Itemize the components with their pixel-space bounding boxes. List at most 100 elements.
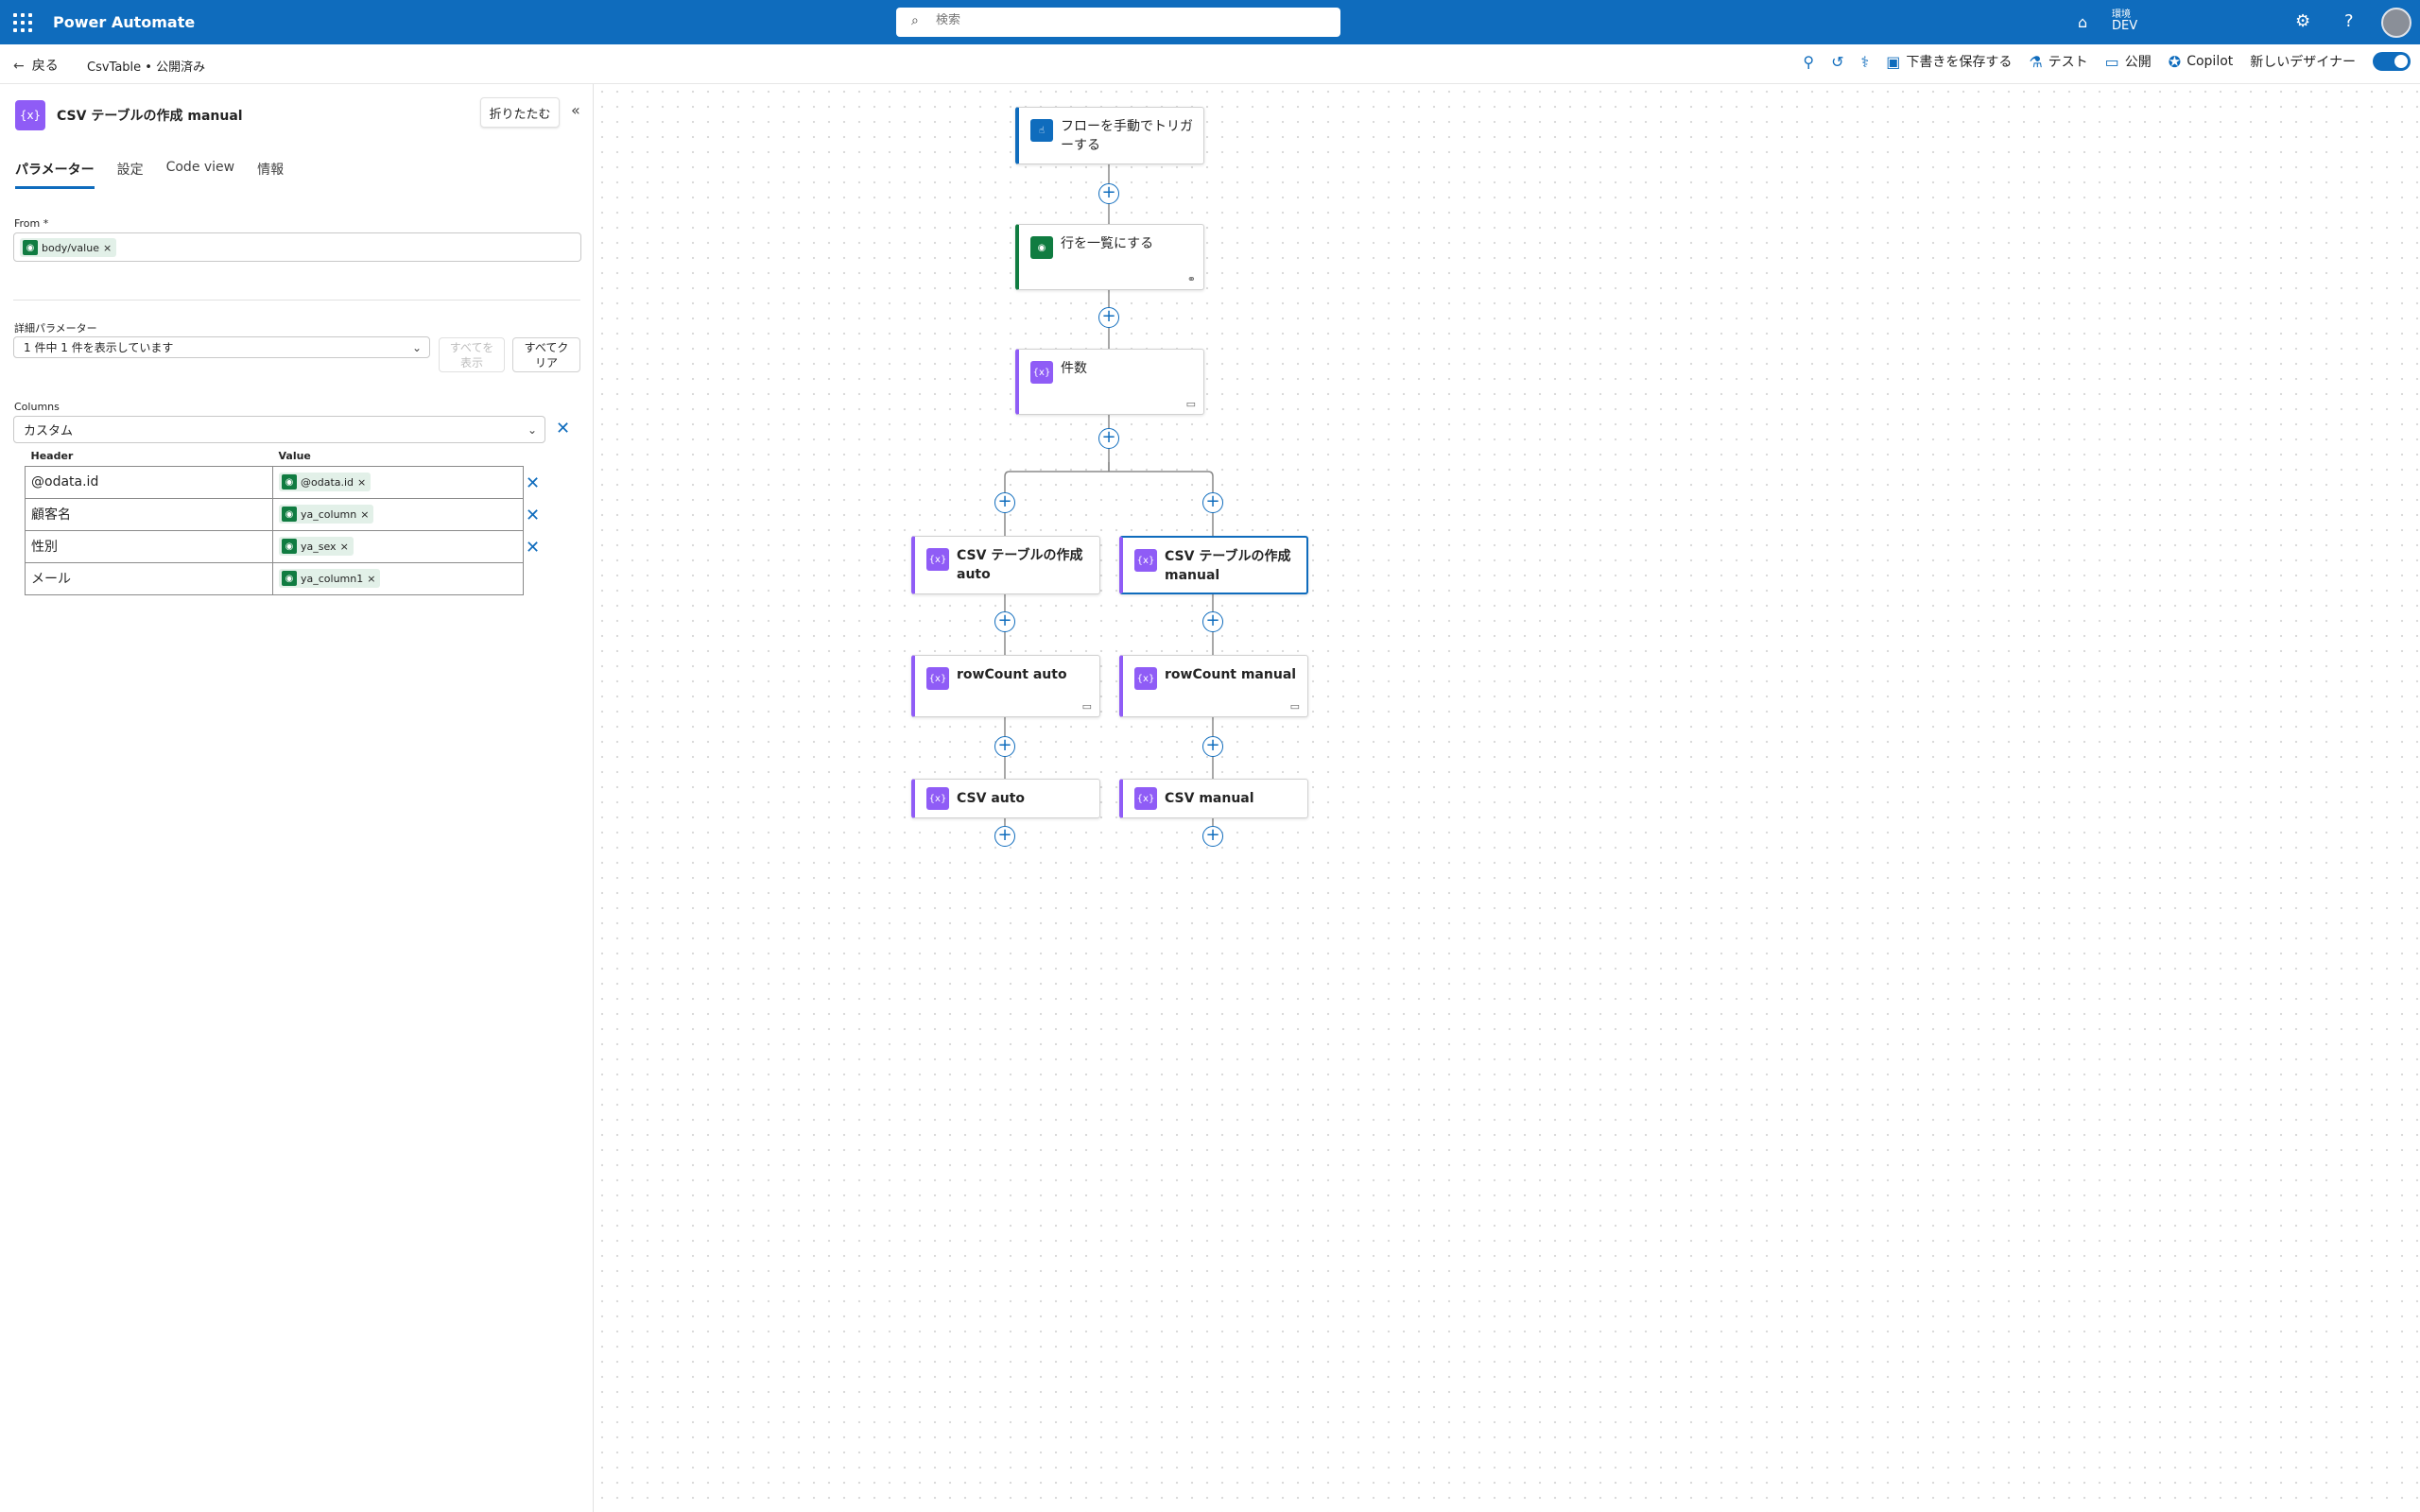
node-label: rowCount auto xyxy=(957,667,1067,682)
search-icon: ⌕ xyxy=(911,13,919,28)
node-csv-manual[interactable]: {x} CSV テーブルの作成 manual xyxy=(1119,536,1308,594)
new-designer-toggle[interactable] xyxy=(2373,52,2411,71)
variable-icon: {x} xyxy=(926,667,949,690)
flow-checker-button[interactable]: ⚲ xyxy=(1803,53,1814,71)
header-cell[interactable]: 顧客名 xyxy=(25,497,273,531)
excel-icon: ◉ xyxy=(23,240,38,255)
remove-token-icon[interactable]: × xyxy=(340,541,349,553)
value-token[interactable]: ◉ ya_sex × xyxy=(279,537,354,556)
remove-token-icon[interactable]: × xyxy=(360,508,369,521)
tab-info[interactable]: 情報 xyxy=(257,160,284,189)
avatar[interactable] xyxy=(2381,8,2411,38)
publish-label: 公開 xyxy=(2124,55,2152,70)
remove-token-icon[interactable]: × xyxy=(367,573,375,585)
version-history-button[interactable]: ↺ xyxy=(1831,53,1843,71)
copilot-button[interactable]: ✪ Copilot xyxy=(2169,53,2233,71)
header-cell[interactable]: メール xyxy=(25,561,273,595)
value-token[interactable]: ◉ @odata.id × xyxy=(279,472,372,491)
advanced-parameters-dropdown[interactable]: 1 件中 1 件を表示しています ⌄ xyxy=(13,336,430,358)
value-token[interactable]: ◉ ya_column × xyxy=(279,505,374,524)
add-step-button[interactable]: + xyxy=(994,492,1015,513)
value-cell[interactable]: ◉ @odata.id × xyxy=(272,465,524,499)
panel-tabs: パラメーター 設定 Code view 情報 xyxy=(15,160,284,189)
columns-dropdown[interactable]: カスタム ⌄ xyxy=(13,416,545,443)
command-actions: ⚲ ↺ ⚕ ▣ 下書きを保存する ⚗ テスト ▭ 公開 ✪ Copilot 新しいデザイ… xyxy=(1803,52,2411,71)
search-box[interactable]: ⌕ xyxy=(896,8,1340,37)
value-cell[interactable]: ◉ ya_sex × xyxy=(272,529,524,563)
header-cell[interactable]: 性別 xyxy=(25,529,273,563)
add-step-button[interactable]: + xyxy=(1098,307,1119,328)
add-step-button[interactable]: + xyxy=(994,736,1015,757)
save-draft-button[interactable]: ▣ 下書きを保存する xyxy=(1886,52,2012,71)
node-csv-output-auto[interactable]: {x} CSV auto xyxy=(911,779,1100,818)
from-label: From * xyxy=(14,217,49,230)
node-list-rows[interactable]: ◉ 行を一覧にする ⚭ xyxy=(1015,224,1204,290)
remove-token-icon[interactable]: × xyxy=(103,242,112,254)
environment-icon[interactable]: ⌂ xyxy=(2078,13,2087,31)
flow-canvas[interactable]: ☝ フローを手動でトリガーする + ◉ 行を一覧にする ⚭ + {x} 件数 ▭… xyxy=(595,84,2420,1512)
back-button[interactable]: ← 戻る xyxy=(13,56,59,75)
back-label: 戻る xyxy=(31,59,59,74)
value-token[interactable]: ◉ ya_column1 × xyxy=(279,569,381,588)
save-icon: ▣ xyxy=(1886,52,1901,71)
show-all-button[interactable]: すべてを表示 xyxy=(439,337,505,372)
remove-token-icon[interactable]: × xyxy=(357,476,366,489)
value-token-label: @odata.id xyxy=(301,475,354,489)
variable-icon: {x} xyxy=(1030,361,1053,384)
node-rowcount-manual[interactable]: {x} rowCount manual ▭ xyxy=(1119,655,1308,717)
test-button[interactable]: ⚗ テスト xyxy=(2029,52,2087,71)
comment-icon: ▭ xyxy=(1185,398,1196,410)
tab-settings[interactable]: 設定 xyxy=(117,160,144,189)
node-label: CSV テーブルの作成 manual xyxy=(1165,549,1291,583)
back-arrow-icon: ← xyxy=(13,59,25,74)
divider xyxy=(13,300,580,301)
add-step-button[interactable]: + xyxy=(1098,183,1119,204)
tab-parameters[interactable]: パラメーター xyxy=(15,160,95,189)
table-row: メール ◉ ya_column1 × xyxy=(25,561,524,595)
node-rowcount-auto[interactable]: {x} rowCount auto ▭ xyxy=(911,655,1100,717)
node-count[interactable]: {x} 件数 ▭ xyxy=(1015,349,1204,415)
environment-value[interactable]: DEV xyxy=(2112,19,2137,33)
remove-row-icon[interactable]: ✕ xyxy=(526,473,540,493)
add-step-button[interactable]: + xyxy=(994,611,1015,632)
settings-icon[interactable]: ⚙ xyxy=(2295,11,2310,31)
remove-row-icon[interactable]: ✕ xyxy=(526,506,540,525)
columns-table: Header Value @odata.id ◉ @odata.id × 顧客名 ◉… xyxy=(25,447,524,595)
remove-columns-icon[interactable]: ✕ xyxy=(556,419,570,438)
from-token[interactable]: ◉ body/value × xyxy=(20,238,117,257)
add-step-button[interactable]: + xyxy=(1202,611,1223,632)
app-title[interactable]: Power Automate xyxy=(53,13,195,31)
help-icon[interactable]: ? xyxy=(2344,11,2354,31)
from-field[interactable]: ◉ body/value × xyxy=(13,232,581,262)
app-launcher-icon[interactable] xyxy=(13,13,32,32)
value-cell[interactable]: ◉ ya_column1 × xyxy=(272,561,524,595)
advanced-parameters-value: 1 件中 1 件を表示しています xyxy=(24,341,174,354)
node-csv-output-manual[interactable]: {x} CSV manual xyxy=(1119,779,1308,818)
node-label: 行を一覧にする xyxy=(1061,236,1154,251)
node-trigger[interactable]: ☝ フローを手動でトリガーする xyxy=(1015,107,1204,164)
search-input[interactable] xyxy=(936,13,1295,27)
publish-button[interactable]: ▭ 公開 xyxy=(2105,52,2152,71)
value-cell[interactable]: ◉ ya_column × xyxy=(272,497,524,531)
manual-trigger-icon: ☝ xyxy=(1030,119,1053,142)
health-check-button[interactable]: ⚕ xyxy=(1861,53,1870,71)
history-icon: ↺ xyxy=(1831,52,1844,71)
double-chevron-left-icon[interactable]: « xyxy=(571,101,580,119)
add-step-button[interactable]: + xyxy=(1098,428,1119,449)
header-cell[interactable]: @odata.id xyxy=(25,465,273,499)
clear-all-button[interactable]: すべてクリア xyxy=(512,337,580,372)
value-token-label: ya_sex xyxy=(301,540,337,553)
add-step-button[interactable]: + xyxy=(1202,736,1223,757)
checker-icon: ⚲ xyxy=(1803,52,1815,71)
add-step-button[interactable]: + xyxy=(1202,492,1223,513)
variable-icon: {x} xyxy=(926,548,949,571)
panel-title[interactable]: CSV テーブルの作成 manual xyxy=(57,106,243,125)
add-step-button[interactable]: + xyxy=(994,826,1015,847)
remove-row-icon[interactable]: ✕ xyxy=(526,538,540,558)
tab-code-view[interactable]: Code view xyxy=(166,160,235,189)
node-csv-auto[interactable]: {x} CSV テーブルの作成 auto xyxy=(911,536,1100,594)
value-token-label: ya_column xyxy=(301,507,357,521)
collapse-button[interactable]: 折りたたむ xyxy=(480,97,560,128)
node-label: 件数 xyxy=(1061,361,1087,376)
add-step-button[interactable]: + xyxy=(1202,826,1223,847)
